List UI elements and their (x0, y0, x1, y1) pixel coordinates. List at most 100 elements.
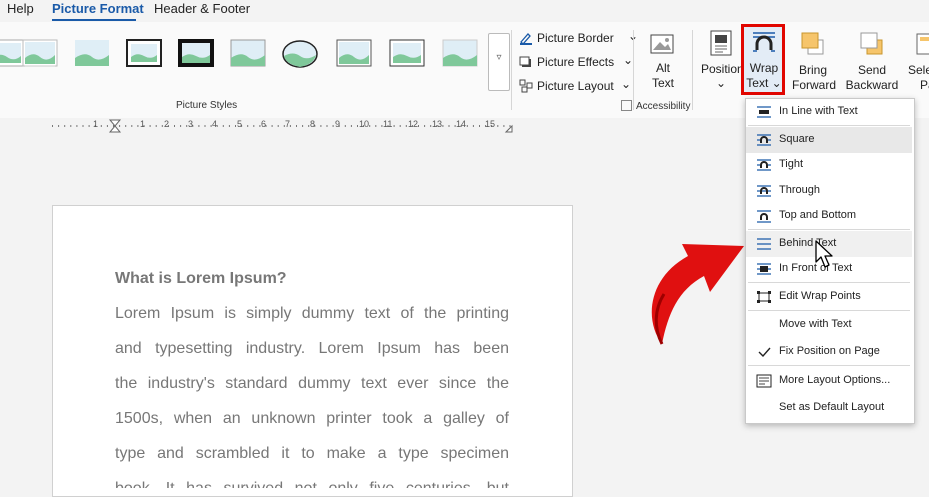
ruler-tick (405, 125, 407, 127)
tab-header-footer[interactable]: Header & Footer (154, 0, 250, 18)
menu-item-move-with-text[interactable]: Move with Text (746, 312, 912, 338)
ruler-tick (52, 125, 53, 127)
ruler-tick (106, 125, 108, 127)
ruler-tick (235, 125, 236, 127)
menu-separator (748, 310, 910, 311)
ruler-tick (131, 125, 133, 127)
inline-icon (757, 106, 771, 118)
send-backward-label-line1: Send (857, 63, 887, 77)
ruler-tick (58, 125, 60, 127)
ruler-tick (125, 125, 127, 127)
alt-text-label-line1: Alt (655, 61, 670, 75)
ruler-tick (161, 125, 163, 127)
menu-item-tight[interactable]: Tight (746, 152, 912, 178)
ruler-tick (253, 125, 255, 127)
chevron-down-icon: ⌄ (771, 76, 782, 90)
picture-effects-label: Picture Effects (537, 55, 615, 69)
alt-text-label-line2: Text (651, 76, 674, 90)
doc-paragraph-line[interactable]: book. It has survived not only five cent… (115, 479, 509, 488)
tight-wrap-icon (757, 159, 771, 171)
menu-item-in-line-with-text[interactable]: In Line with Text (746, 99, 912, 125)
chevron-down-icon: ⌄ (715, 76, 727, 90)
bring-forward-button[interactable]: Bring Forward ⌄ (790, 30, 836, 107)
send-backward-button[interactable]: Send Backward ⌄ (843, 30, 901, 107)
ruler-tick (82, 125, 84, 127)
picture-style-thumbnail[interactable] (73, 36, 111, 72)
ruler-tick (344, 125, 346, 127)
menu-item-fix-position-on-page[interactable]: Fix Position on Page (746, 339, 912, 365)
ruler-tick (350, 125, 352, 127)
ruler-number: 4 (212, 119, 218, 129)
picture-style-thumbnail[interactable] (125, 36, 163, 72)
picture-border-label: Picture Border (537, 31, 614, 45)
checkmark-icon (758, 347, 771, 358)
position-button[interactable]: Position ⌄ (701, 30, 744, 90)
alt-text-button[interactable]: Alt Text (644, 32, 682, 92)
ruler-tick (393, 125, 395, 127)
picture-style-thumbnail[interactable] (335, 36, 373, 72)
ruler-tick (357, 125, 358, 127)
menu-item-square[interactable]: Square (746, 127, 912, 153)
selection-pane-button[interactable]: Sele Pa (906, 30, 929, 92)
mouse-pointer-icon (815, 240, 833, 268)
doc-paragraph-line[interactable]: Lorem Ipsum is simply dummy text of the … (115, 304, 509, 324)
picture-layout-icon (519, 79, 533, 93)
dialog-launcher-icon[interactable] (621, 100, 632, 111)
picture-layout-label: Picture Layout (537, 79, 614, 93)
ruler-tick (418, 125, 419, 127)
doc-paragraph-line[interactable]: 1500s, when an unknown printer took a ga… (115, 409, 509, 429)
behind-text-icon (757, 238, 771, 250)
doc-paragraph-line[interactable]: type and scrambled it to make a type spe… (115, 444, 509, 464)
picture-style-thumbnail[interactable] (281, 36, 319, 72)
active-tab-indicator (52, 19, 136, 21)
gallery-more-button[interactable]: ▿ (488, 33, 510, 91)
picture-style-thumbnail[interactable] (229, 36, 267, 72)
bring-forward-label-line1: Bring (798, 63, 827, 77)
chevron-down-icon: ⌄ (621, 77, 632, 91)
ruler-tick (296, 125, 297, 127)
picture-effects-icon (519, 56, 531, 67)
ruler-tick (228, 125, 230, 127)
tab-help[interactable]: Help (7, 0, 34, 18)
doc-heading[interactable]: What is Lorem Ipsum? (115, 270, 287, 288)
ruler-tick (204, 125, 206, 127)
menu-separator (748, 229, 910, 230)
position-label: Position (701, 62, 744, 76)
ruler-tick (332, 125, 334, 127)
picture-style-thumbnail[interactable] (441, 36, 479, 72)
selection-pane-label-line1: Sele (908, 63, 929, 77)
ruler-number: 6 (261, 119, 267, 129)
menu-item-set-as-default-layout[interactable]: Set as Default Layout (746, 395, 912, 421)
menu-separator (748, 365, 910, 366)
position-icon (710, 30, 732, 56)
selection-pane-label-line2: Pa (920, 78, 929, 92)
doc-paragraph-line[interactable]: and typesetting industry. Lorem Ipsum ha… (115, 339, 509, 359)
ruler-tick (375, 125, 377, 127)
picture-style-thumbnail[interactable] (21, 36, 59, 72)
ruler-tick (76, 125, 78, 127)
ruler-tick (289, 125, 291, 127)
in-front-text-icon (757, 263, 771, 275)
ruler-number: 1 (93, 119, 99, 129)
ruler-number: 2 (164, 119, 170, 129)
ruler-number: 9 (335, 119, 341, 129)
ruler-tick (479, 125, 480, 127)
ruler-tick (70, 125, 72, 127)
square-wrap-icon (757, 134, 771, 146)
ruler-number: 13 (432, 119, 443, 129)
ruler-tick (442, 125, 444, 127)
menu-item-more-layout-options[interactable]: More Layout Options... (746, 368, 912, 394)
menu-item-through[interactable]: Through (746, 178, 912, 204)
tab-picture-format[interactable]: Picture Format (52, 0, 144, 18)
ruler-number: 8 (310, 119, 316, 129)
menu-item-edit-wrap-points[interactable]: Edit Wrap Points (746, 284, 912, 310)
ruler-tick (509, 125, 511, 127)
chevron-down-icon: ⌄ (623, 53, 634, 67)
doc-paragraph-line[interactable]: the industry's standard dummy text ever … (115, 374, 509, 394)
send-backward-icon (860, 32, 883, 55)
picture-style-thumbnail[interactable] (388, 36, 426, 72)
menu-item-top-and-bottom[interactable]: Top and Bottom (746, 203, 912, 229)
ruler-number: 1 (140, 119, 146, 129)
picture-style-thumbnail[interactable] (177, 36, 215, 72)
ruler-tick (222, 125, 224, 127)
